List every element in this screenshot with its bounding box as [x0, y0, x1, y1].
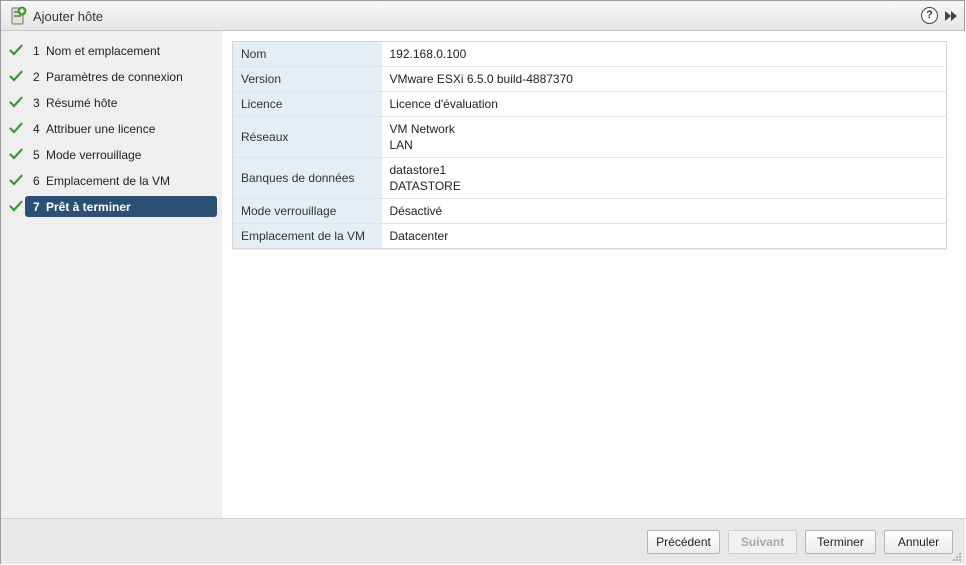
summary-key: Mode verrouillage: [232, 198, 382, 224]
dialog-title: Ajouter hôte: [33, 9, 104, 24]
add-host-dialog: Ajouter hôte ? 1 Nom et emplacement 2 Param…: [0, 0, 965, 564]
wizard-step-6[interactable]: 6 Emplacement de la VM: [1, 170, 222, 191]
wizard-step-pill: 1 Nom et emplacement: [25, 40, 217, 61]
summary-key: Banques de données: [232, 157, 382, 199]
checkmark-icon: [9, 122, 23, 134]
wizard-steps-sidebar: 1 Nom et emplacement 2 Paramètres de connex…: [1, 31, 222, 518]
wizard-step-label: Résumé hôte: [46, 96, 118, 110]
summary-row: Nom 192.168.0.100: [232, 41, 947, 67]
cancel-button[interactable]: Annuler: [884, 530, 953, 554]
wizard-step-number: 5: [33, 148, 40, 162]
double-chevron-right-icon[interactable]: [943, 9, 959, 23]
dialog-titlebar: Ajouter hôte ?: [1, 1, 964, 31]
wizard-step-label: Nom et emplacement: [46, 44, 161, 58]
wizard-step-number: 7: [33, 200, 40, 214]
summary-row: Version VMware ESXi 6.5.0 build-4887370: [232, 66, 947, 92]
wizard-step-pill: 5 Mode verrouillage: [25, 144, 217, 165]
summary-value-line: DATASTORE: [389, 179, 461, 193]
summary-table: Nom 192.168.0.100 Version VMware ESXi 6.5.0…: [232, 41, 947, 249]
wizard-step-label: Attribuer une licence: [46, 122, 156, 136]
checkmark-icon: [9, 148, 23, 160]
summary-row: Banques de données datastore1 DATASTORE: [232, 157, 947, 199]
summary-row: Mode verrouillage Désactivé: [232, 198, 947, 224]
wizard-step-number: 4: [33, 122, 40, 136]
checkmark-icon: [9, 200, 23, 212]
summary-value: Désactivé: [381, 198, 947, 224]
wizard-step-pill: 7 Prêt à terminer: [25, 196, 217, 217]
summary-value-line: LAN: [389, 138, 413, 152]
summary-value-line: Licence d'évaluation: [389, 97, 498, 111]
wizard-step-2[interactable]: 2 Paramètres de connexion: [1, 66, 222, 87]
wizard-step-pill: 4 Attribuer une licence: [25, 118, 217, 139]
wizard-step-number: 6: [33, 174, 40, 188]
checkmark-icon: [9, 96, 23, 108]
wizard-step-number: 3: [33, 96, 40, 110]
wizard-step-number: 1: [33, 44, 40, 58]
help-button[interactable]: ?: [921, 7, 938, 24]
summary-key: Réseaux: [232, 116, 382, 158]
checkmark-icon: [9, 70, 23, 82]
back-button[interactable]: Précédent: [647, 530, 720, 554]
summary-key: Licence: [232, 91, 382, 117]
wizard-step-label: Prêt à terminer: [46, 200, 131, 214]
summary-key: Nom: [232, 41, 382, 67]
summary-value-line: VMware ESXi 6.5.0 build-4887370: [389, 72, 573, 86]
summary-value: VM Network LAN: [381, 116, 947, 158]
summary-row: Licence Licence d'évaluation: [232, 91, 947, 117]
wizard-step-1[interactable]: 1 Nom et emplacement: [1, 40, 222, 61]
summary-row: Emplacement de la VM Datacenter: [232, 223, 947, 249]
checkmark-icon: [9, 174, 23, 186]
summary-value-line: datastore1: [389, 163, 447, 177]
summary-value-line: Désactivé: [389, 204, 443, 218]
add-host-icon: [11, 6, 27, 25]
wizard-step-4[interactable]: 4 Attribuer une licence: [1, 118, 222, 139]
wizard-step-7[interactable]: 7 Prêt à terminer: [1, 196, 222, 217]
summary-value: VMware ESXi 6.5.0 build-4887370: [381, 66, 947, 92]
wizard-step-label: Emplacement de la VM: [46, 174, 171, 188]
wizard-step-pill: 2 Paramètres de connexion: [25, 66, 217, 87]
summary-value: 192.168.0.100: [381, 41, 947, 67]
summary-key: Version: [232, 66, 382, 92]
dialog-footer: Précédent Suivant Terminer Annuler: [1, 518, 965, 564]
wizard-step-label: Paramètres de connexion: [46, 70, 183, 84]
checkmark-icon: [9, 44, 23, 56]
summary-value-line: VM Network: [389, 122, 455, 136]
summary-row: Réseaux VM Network LAN: [232, 116, 947, 158]
wizard-step-number: 2: [33, 70, 40, 84]
wizard-step-pill: 3 Résumé hôte: [25, 92, 217, 113]
summary-value-line: 192.168.0.100: [389, 47, 467, 61]
wizard-step-pill: 6 Emplacement de la VM: [25, 170, 217, 191]
resize-grip-icon[interactable]: [952, 552, 962, 562]
summary-value: Licence d'évaluation: [381, 91, 947, 117]
wizard-step-5[interactable]: 5 Mode verrouillage: [1, 144, 222, 165]
wizard-step-label: Mode verrouillage: [46, 148, 142, 162]
finish-button[interactable]: Terminer: [805, 530, 876, 554]
summary-panel: Nom 192.168.0.100 Version VMware ESXi 6.5.0…: [222, 31, 965, 518]
summary-value: datastore1 DATASTORE: [381, 157, 947, 199]
summary-value: Datacenter: [381, 223, 947, 249]
next-button[interactable]: Suivant: [728, 530, 797, 554]
summary-key: Emplacement de la VM: [232, 223, 382, 249]
wizard-step-3[interactable]: 3 Résumé hôte: [1, 92, 222, 113]
summary-value-line: Datacenter: [389, 229, 449, 243]
